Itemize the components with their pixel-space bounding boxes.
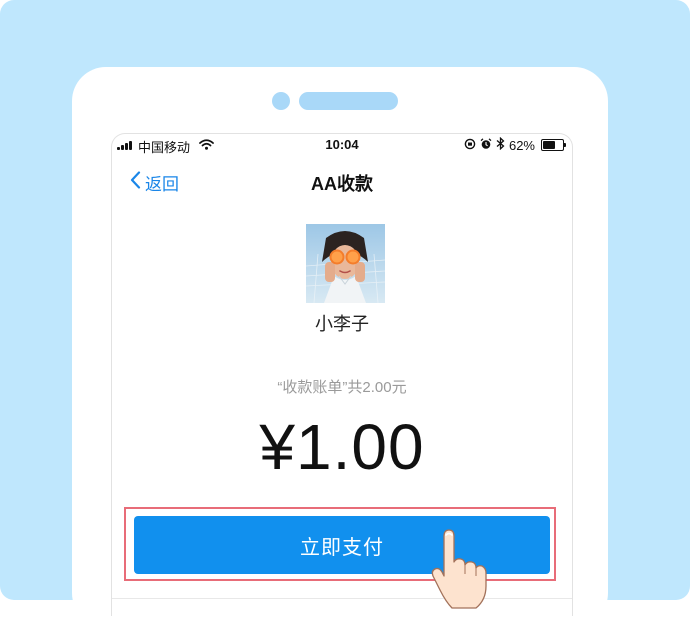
battery-level	[543, 141, 555, 149]
payee-name: 小李子	[315, 314, 369, 334]
tap-hand-icon	[430, 528, 490, 610]
avatar	[306, 224, 385, 303]
front-camera	[272, 92, 290, 110]
status-bar: 中国移动 10:04 62%	[112, 134, 572, 156]
navigation-bar: 返回 AA收款	[112, 164, 572, 200]
bill-description: “收款账单”共2.00元	[277, 379, 407, 396]
battery-icon	[541, 139, 566, 151]
phone-screen: 中国移动 10:04 62% 返回 AA收款 小李子 “收款账单”共2.00元 …	[111, 133, 573, 616]
page-title: AA收款	[311, 174, 373, 194]
divider	[112, 598, 572, 599]
battery-percent: 62%	[508, 137, 535, 153]
status-indicators: 62%	[464, 136, 566, 153]
payment-amount: ¥1.00	[259, 411, 425, 483]
bluetooth-icon	[496, 136, 505, 153]
rotation-lock-icon	[464, 138, 476, 153]
alarm-icon	[480, 137, 492, 153]
earpiece-speaker	[299, 92, 398, 110]
